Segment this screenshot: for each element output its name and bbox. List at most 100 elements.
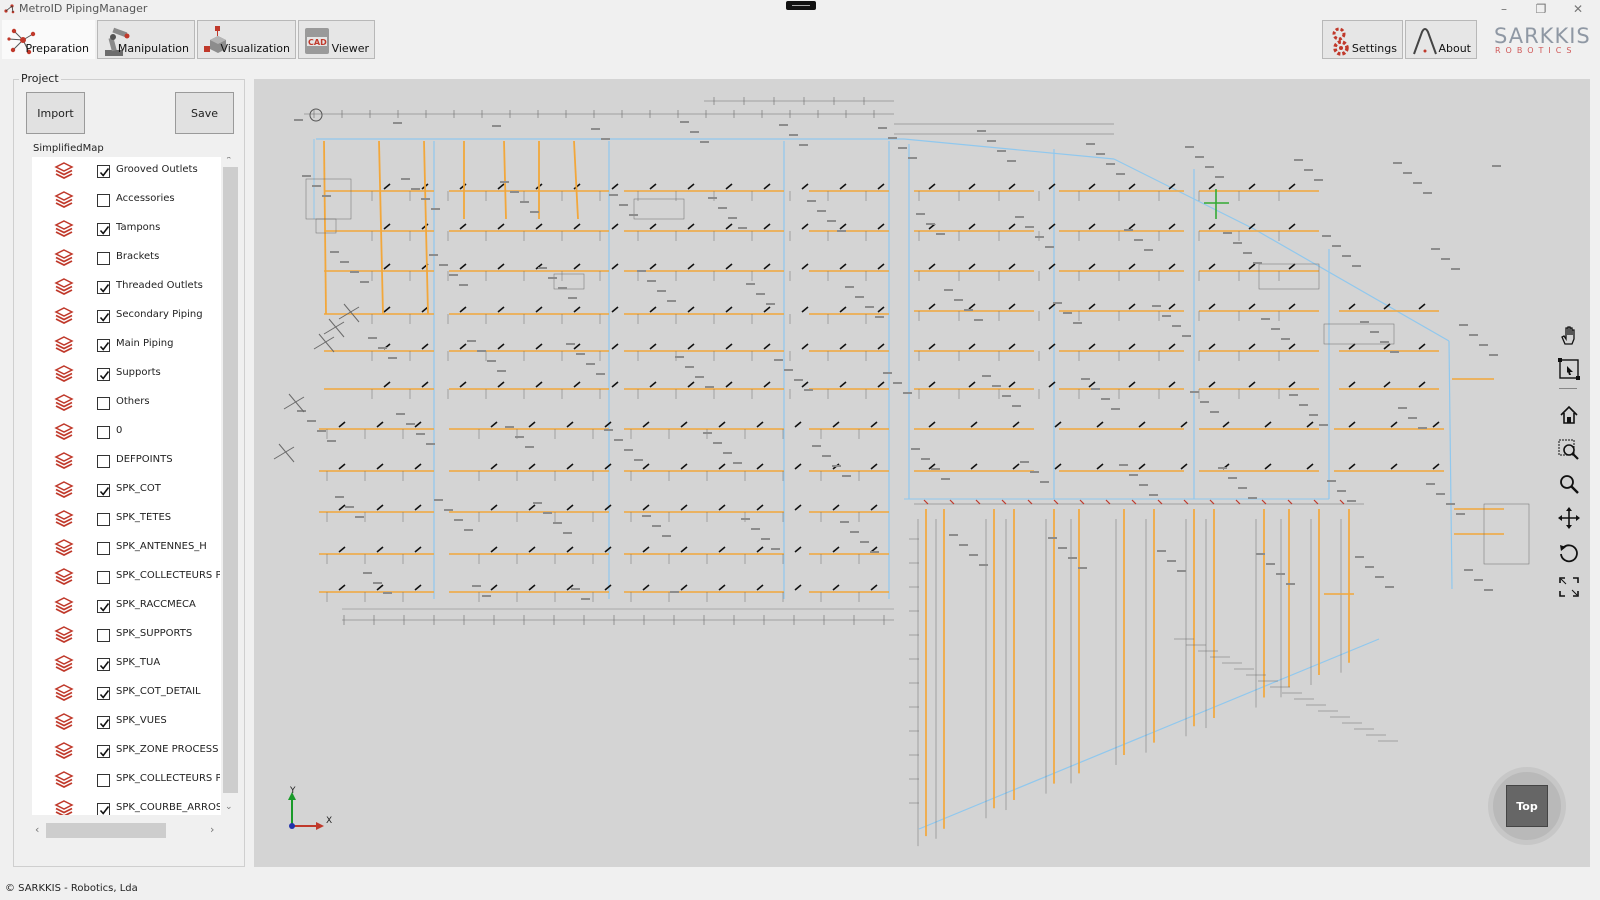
layer-row[interactable]: SPK_VUES [32, 709, 222, 738]
layer-checkbox[interactable] [97, 803, 110, 815]
layers-icon [54, 365, 74, 383]
layer-checkbox[interactable] [97, 774, 110, 787]
layer-row[interactable]: SPK_ANTENNES_H [32, 535, 222, 564]
layer-row[interactable]: SPK_COLLECTEURS PC [32, 767, 222, 796]
layer-checkbox[interactable] [97, 745, 110, 758]
layer-list[interactable]: ⌃ ⌄ Grooved Outlets Accessories Tampons Bra… [32, 157, 240, 815]
close-icon[interactable]: ✕ [1560, 0, 1596, 18]
layer-row[interactable]: Tampons [32, 216, 222, 245]
restore-icon[interactable]: ❐ [1523, 0, 1559, 18]
view-cube[interactable]: Top [1488, 767, 1566, 845]
home-icon[interactable] [1556, 402, 1582, 428]
layer-checkbox[interactable] [97, 542, 110, 555]
scroll-up-icon[interactable]: ⌃ [225, 157, 233, 166]
layer-row[interactable]: Secondary Piping [32, 303, 222, 332]
checkmark-icon [99, 226, 110, 235]
layer-checkbox[interactable] [97, 194, 110, 207]
about-icon [1413, 28, 1437, 55]
layer-checkbox[interactable] [97, 368, 110, 381]
layer-name: 0 [116, 425, 123, 436]
layer-row[interactable]: Supports [32, 361, 222, 390]
layer-row[interactable]: Accessories [32, 187, 222, 216]
footer-copyright: © SARKKIS - Robotics, Lda [5, 883, 138, 894]
import-button[interactable]: Import [26, 92, 85, 134]
layer-checkbox[interactable] [97, 165, 110, 178]
layer-row[interactable]: SPK_ZONE PROCESS [32, 738, 222, 767]
rotate-icon[interactable] [1556, 540, 1582, 566]
about-button[interactable]: About [1405, 20, 1477, 59]
layer-row[interactable]: Main Piping [32, 332, 222, 361]
cad-viewport[interactable]: Y X [254, 79, 1590, 867]
layer-row[interactable]: SPK_COLLECTEURS PC [32, 564, 222, 593]
checkmark-icon [99, 487, 110, 496]
layer-checkbox[interactable] [97, 629, 110, 642]
layer-row[interactable]: Brackets [32, 245, 222, 274]
layer-row[interactable]: SPK_COT [32, 477, 222, 506]
layer-checkbox[interactable] [97, 252, 110, 265]
layer-row[interactable]: SPK_COURBE_ARROSA [32, 796, 222, 815]
checkmark-icon [99, 719, 110, 728]
checkmark-icon [99, 603, 110, 612]
layer-checkbox[interactable] [97, 513, 110, 526]
layer-checkbox[interactable] [97, 687, 110, 700]
axis-x-label: X [326, 816, 333, 826]
zoom-window-icon[interactable] [1556, 437, 1582, 463]
zoom-icon[interactable] [1556, 471, 1582, 497]
tool-divider [1559, 388, 1577, 389]
layer-checkbox[interactable] [97, 223, 110, 236]
gear-icon [1332, 27, 1349, 56]
layer-row[interactable]: Threaded Outlets [32, 274, 222, 303]
drag-handle[interactable] [786, 1, 816, 10]
scroll-down-icon[interactable]: ⌄ [225, 802, 233, 812]
select-region-icon[interactable] [1556, 356, 1582, 382]
layer-name: SPK_ZONE PROCESS [116, 744, 219, 755]
layer-checkbox[interactable] [97, 571, 110, 584]
fit-screen-icon[interactable] [1556, 574, 1582, 600]
layer-checkbox[interactable] [97, 600, 110, 613]
layer-row[interactable]: DEFPOINTS [32, 448, 222, 477]
checkmark-icon [99, 690, 110, 699]
layer-row[interactable]: SPK_TÊTES [32, 506, 222, 535]
scroll-thumb[interactable] [223, 167, 238, 793]
layer-checkbox[interactable] [97, 281, 110, 294]
layer-row[interactable]: SPK_TUA [32, 651, 222, 680]
scroll-left-icon[interactable]: ‹ [35, 823, 39, 836]
save-button[interactable]: Save [175, 92, 234, 134]
layer-checkbox[interactable] [97, 716, 110, 729]
tab-viewer-label: Viewer [331, 42, 369, 55]
tab-visualization[interactable]: Visualization [197, 20, 296, 59]
layer-name: SPK_SUPPORTS [116, 628, 193, 639]
layer-name: SPK_TUA [116, 657, 161, 668]
layer-row[interactable]: 0 [32, 419, 222, 448]
layer-checkbox[interactable] [97, 310, 110, 323]
tab-manipulation[interactable]: Manipulation [97, 20, 195, 59]
tab-preparation[interactable]: Preparation [2, 20, 95, 59]
layer-checkbox[interactable] [97, 484, 110, 497]
layers-icon [54, 278, 74, 296]
hscroll-thumb[interactable] [46, 823, 166, 838]
move-icon[interactable] [1556, 505, 1582, 531]
pan-hand-icon[interactable] [1556, 322, 1582, 348]
layer-checkbox[interactable] [97, 426, 110, 439]
layer-checkbox[interactable] [97, 455, 110, 468]
layer-row[interactable]: SPK_COT_DETAIL [32, 680, 222, 709]
layer-row[interactable]: Grooved Outlets [32, 158, 222, 187]
tab-viewer[interactable]: CAD Viewer [298, 20, 375, 59]
minimize-icon[interactable]: – [1486, 0, 1522, 18]
layer-checkbox[interactable] [97, 658, 110, 671]
layer-row[interactable]: Others [32, 390, 222, 419]
layer-row[interactable]: SPK_RACCMÉCA [32, 593, 222, 622]
piping-drawing[interactable] [254, 79, 1590, 867]
settings-button[interactable]: Settings [1322, 20, 1403, 59]
layer-list-scrollbar[interactable]: ⌃ ⌄ [221, 157, 240, 815]
view-cube-top-face[interactable]: Top [1506, 785, 1548, 827]
layer-list-hscrollbar[interactable]: ‹ › [32, 822, 222, 839]
about-label: About [1438, 42, 1471, 55]
axis-y-label: Y [290, 786, 296, 796]
scroll-right-icon[interactable]: › [210, 823, 214, 836]
layers-icon [54, 423, 74, 441]
layer-checkbox[interactable] [97, 339, 110, 352]
layer-checkbox[interactable] [97, 397, 110, 410]
layers-icon [54, 539, 74, 557]
layer-row[interactable]: SPK_SUPPORTS [32, 622, 222, 651]
